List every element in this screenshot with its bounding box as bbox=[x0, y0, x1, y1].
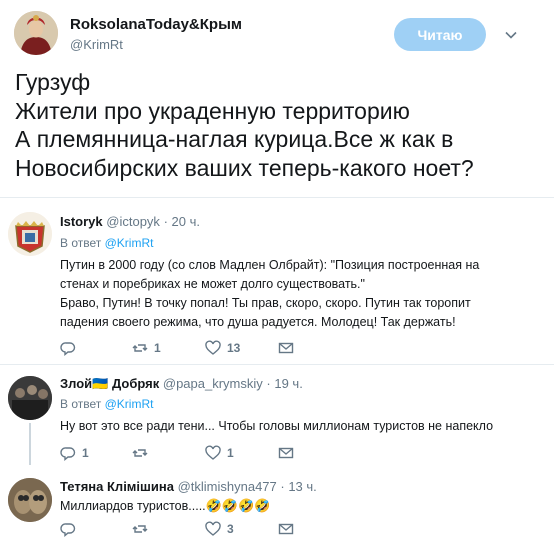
reply-line: Ну вот это все ради тени... Чтобы головы… bbox=[60, 419, 494, 433]
reply-time[interactable]: · 20 ч. bbox=[164, 214, 200, 229]
reply-icon bbox=[60, 523, 76, 537]
reply-actions: 1 1 bbox=[60, 444, 320, 462]
reply-line: Миллиардов туристов..... bbox=[60, 499, 206, 513]
reply-time[interactable]: · 13 ч. bbox=[280, 479, 316, 494]
thread-line bbox=[29, 423, 31, 465]
retweet-icon bbox=[132, 525, 148, 533]
reply-prefix: В ответ bbox=[60, 236, 102, 250]
author-handle[interactable]: @KrimRt bbox=[70, 37, 123, 52]
like-icon bbox=[205, 521, 221, 536]
author-avatar[interactable] bbox=[14, 11, 58, 55]
tweet-line: Гурзуф bbox=[15, 69, 91, 95]
reply-item[interactable]: Злой🇺🇦 Добряк @papa_krymskiy · 19 ч. В о… bbox=[0, 365, 554, 465]
tweet-line: А племянница-наглая курица.Все ж как в bbox=[15, 126, 454, 152]
reply-author-name[interactable]: Тетяна Клімішина bbox=[60, 479, 174, 494]
reply-text: Ну вот это все ради тени... Чтобы головы… bbox=[60, 417, 530, 436]
reply-count: 1 bbox=[82, 446, 89, 460]
like-icon bbox=[205, 340, 221, 355]
reply-context: В ответ @KrimRt bbox=[60, 397, 153, 411]
like-button[interactable]: 3 bbox=[205, 520, 234, 538]
caret-down-icon[interactable] bbox=[504, 28, 518, 42]
reply-author-name[interactable]: Istoryk bbox=[60, 214, 103, 229]
reply-line: падения своего режима, что душа радуется… bbox=[60, 315, 456, 329]
reply-author-handle[interactable]: @ictopyk bbox=[106, 214, 160, 229]
dm-button[interactable] bbox=[278, 520, 294, 538]
retweet-button[interactable] bbox=[132, 520, 154, 538]
reply-text: Миллиардов туристов.....🤣🤣🤣🤣 bbox=[60, 496, 530, 516]
reply-icon bbox=[60, 342, 76, 356]
reply-to-link[interactable]: @KrimRt bbox=[105, 236, 154, 250]
ukraine-flag-icon: 🇺🇦 bbox=[92, 376, 109, 391]
retweet-count: 1 bbox=[154, 341, 161, 355]
reply-author-name-2[interactable]: Добряк bbox=[112, 376, 159, 391]
reply-line: стенах и поребриках не может долго сущес… bbox=[60, 277, 365, 291]
reply-button[interactable]: 1 bbox=[60, 444, 89, 462]
reply-actions: 3 bbox=[60, 520, 320, 538]
reply-item[interactable]: Istoryk @ictopyk · 20 ч. В ответ @KrimRt… bbox=[0, 198, 554, 363]
reply-button[interactable] bbox=[60, 520, 82, 538]
reply-author[interactable]: Тетяна Клімішина @tklimishyna477 · 13 ч. bbox=[60, 479, 317, 494]
like-icon bbox=[205, 445, 221, 460]
reply-line: Браво, Путин! В точку попал! Ты прав, ск… bbox=[60, 296, 471, 310]
dm-button[interactable] bbox=[278, 339, 294, 357]
following-button[interactable]: Читаю bbox=[394, 18, 486, 51]
like-button[interactable]: 13 bbox=[205, 339, 240, 357]
author-name[interactable]: RoksolanaToday&Крым bbox=[70, 16, 242, 33]
reply-button[interactable] bbox=[60, 339, 82, 357]
reply-author[interactable]: Злой🇺🇦 Добряк @papa_krymskiy · 19 ч. bbox=[60, 376, 303, 392]
reply-author[interactable]: Istoryk @ictopyk · 20 ч. bbox=[60, 214, 200, 229]
like-count: 3 bbox=[227, 522, 234, 536]
like-button[interactable]: 1 bbox=[205, 444, 234, 462]
retweet-button[interactable] bbox=[132, 444, 154, 462]
retweet-button[interactable]: 1 bbox=[132, 339, 161, 357]
reply-avatar[interactable] bbox=[8, 478, 52, 522]
reply-author-name[interactable]: Злой bbox=[60, 376, 92, 391]
tweet-line: Новосибирских ваших теперь-какого ноет? bbox=[15, 154, 474, 181]
reply-item[interactable]: Тетяна Клімішина @tklimishyna477 · 13 ч.… bbox=[0, 465, 554, 539]
tweet-header: RoksolanaToday&Крым @KrimRt Читаю bbox=[0, 0, 554, 66]
retweet-icon bbox=[132, 344, 148, 352]
like-count: 13 bbox=[227, 341, 241, 355]
dm-button[interactable] bbox=[278, 444, 294, 462]
reply-actions: 1 13 bbox=[60, 339, 320, 357]
dm-icon bbox=[278, 342, 294, 354]
reply-line: Путин в 2000 году (со слов Мадлен Олбрай… bbox=[60, 258, 480, 272]
reply-context: В ответ @KrimRt bbox=[60, 236, 153, 250]
reply-author-handle[interactable]: @tklimishyna477 bbox=[178, 479, 277, 494]
reply-prefix: В ответ bbox=[60, 397, 102, 411]
reply-to-link[interactable]: @KrimRt bbox=[105, 397, 154, 411]
reply-icon bbox=[60, 447, 76, 461]
dm-icon bbox=[278, 523, 294, 535]
like-count: 1 bbox=[227, 446, 234, 460]
tweet-line: Жители про украденную территорию bbox=[15, 97, 410, 124]
laughing-emoji-icon: 🤣🤣🤣🤣 bbox=[205, 498, 271, 513]
reply-time[interactable]: · 19 ч. bbox=[266, 376, 302, 391]
tweet-text: Гурзуф Жители про украденную территорию … bbox=[15, 68, 545, 182]
reply-avatar[interactable] bbox=[8, 212, 52, 256]
retweet-icon bbox=[132, 449, 148, 457]
reply-author-handle[interactable]: @papa_krymskiy bbox=[163, 376, 263, 391]
reply-avatar[interactable] bbox=[8, 376, 52, 420]
dm-icon bbox=[278, 447, 294, 459]
reply-text: Путин в 2000 году (со слов Мадлен Олбрай… bbox=[60, 256, 530, 332]
